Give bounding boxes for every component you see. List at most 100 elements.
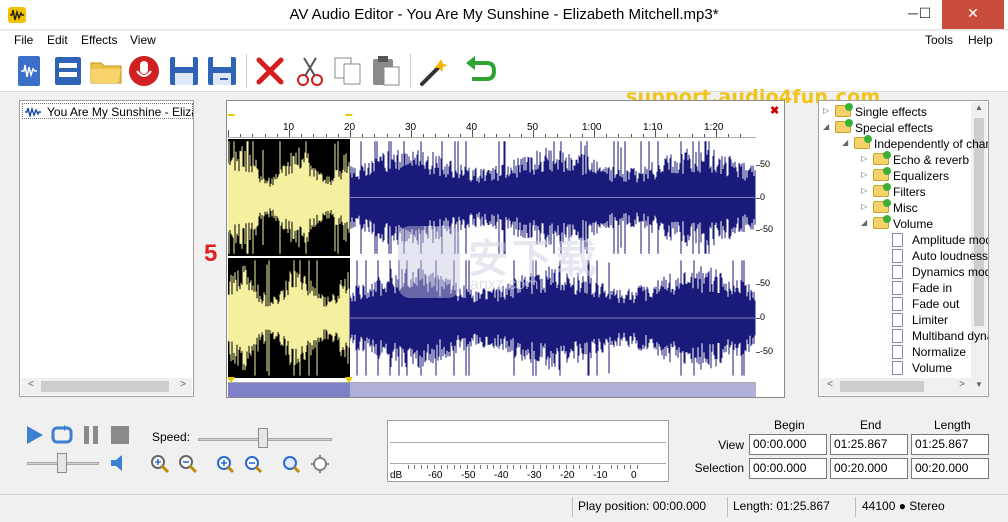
save-as-icon[interactable] [204,53,240,89]
time-ruler[interactable]: 10 20 30 40 50 1:00 1:10 1:20 [228,116,756,138]
effects-tree-label: Independently of channels [874,137,988,151]
effects-tree-item[interactable]: ▷ Misc [819,199,969,216]
effects-tree-item[interactable]: Amplitude modulation [819,232,988,248]
level-meter-left-line [390,442,666,443]
effects-tree-item[interactable]: Fade out [819,296,969,312]
ruler-tick [423,134,424,137]
effects-tree-label: Fade out [912,297,960,311]
paste-icon[interactable] [368,53,404,89]
expand-icon[interactable]: ▷ [861,187,869,195]
effects-tree-item[interactable]: Fade in [819,280,969,296]
record-icon[interactable] [126,53,162,89]
magic-wand-icon[interactable] [416,53,452,89]
collapse-icon[interactable]: ◢ [842,139,850,147]
expand-icon[interactable]: ▷ [861,171,869,179]
ruler-tick [301,134,302,137]
scroll-right-icon[interactable]: > [175,379,191,390]
scroll-right-icon[interactable]: > [954,379,970,390]
selection-begin-field[interactable]: 00:00.000 [749,458,827,479]
menu-tools[interactable]: Tools [925,33,953,47]
zoom-out-icon[interactable] [178,454,198,474]
ruler-tick [631,134,632,137]
maximize-button[interactable]: ☐ [909,0,941,29]
zoom-selection-in-icon[interactable] [215,454,235,474]
view-length-field[interactable]: 01:25.867 [911,434,989,455]
collapse-icon[interactable]: ◢ [861,219,869,227]
new-icon[interactable] [12,53,48,89]
toolbar-separator [410,54,411,88]
level-meter-tick [573,465,574,469]
effects-tree-item[interactable]: Limiter [819,312,969,328]
level-meter-tick [460,465,461,469]
effects-tree-item[interactable]: Normalize [819,344,969,360]
menu-file[interactable]: File [14,33,33,47]
effect-folder-icon [854,135,872,149]
collapse-icon[interactable]: ◢ [823,123,831,131]
overview-remaining [350,383,756,397]
scroll-thumb[interactable] [840,381,924,392]
play-icon[interactable] [23,424,45,446]
menu-bar: File Edit Effects View Tools Help [0,31,1008,50]
zoom-all-icon[interactable] [281,454,301,474]
scroll-thumb[interactable] [41,381,169,392]
pause-icon[interactable] [80,424,102,446]
ruler-tick [570,134,571,137]
effects-tree-item[interactable]: Dynamics modulation [819,264,988,280]
expand-icon[interactable]: ▷ [823,107,831,115]
effects-tree-item[interactable]: ▷ Filters [819,183,969,200]
ruler-tick [399,134,400,137]
scroll-up-icon[interactable]: ▲ [971,103,987,112]
open-folder-icon[interactable] [88,53,124,89]
effects-tree-item[interactable]: Auto loudness [819,248,988,264]
scroll-left-icon[interactable]: < [23,379,39,390]
cut-icon[interactable] [292,53,328,89]
volume-slider-thumb[interactable] [57,453,67,473]
selection-length-field[interactable]: 00:20.000 [911,458,989,479]
speed-label: Speed: [152,430,191,444]
loop-icon[interactable] [51,424,73,446]
speed-slider-thumb[interactable] [258,428,268,448]
level-meter-tick [421,465,422,469]
effect-item-icon [892,345,903,359]
overview-bar[interactable] [228,382,756,397]
speaker-icon[interactable] [108,452,130,474]
expand-icon[interactable]: ▷ [861,203,869,211]
zoom-fit-icon[interactable] [310,454,330,474]
view-end-field[interactable]: 01:25.867 [830,434,908,455]
stop-icon[interactable] [109,424,131,446]
effects-tree-hscrollbar[interactable]: < > [820,378,971,395]
close-button[interactable]: ✕ [942,0,1004,29]
zoom-in-icon[interactable] [150,454,170,474]
close-file-icon[interactable]: ✖ [770,104,779,117]
effects-tree-item[interactable]: Multiband dynamics [819,328,988,344]
effects-tree-item[interactable]: ▷ Equalizers [819,167,969,184]
status-separator [855,497,856,517]
scroll-down-icon[interactable]: ▼ [971,380,987,389]
scroll-left-icon[interactable]: < [822,379,838,390]
file-list-scrollbar[interactable]: < > [21,378,192,395]
delete-icon[interactable] [252,53,288,89]
menu-edit[interactable]: Edit [47,33,68,47]
effects-tree-item[interactable]: ◢ Volume [819,215,969,232]
selection-end-field[interactable]: 00:20.000 [830,458,908,479]
menu-view[interactable]: View [130,33,156,47]
view-begin-field[interactable]: 00:00.000 [749,434,827,455]
overview-selection[interactable] [228,383,350,397]
effects-tree-label: Echo & reverb [893,153,970,167]
save-icon[interactable] [166,53,202,89]
expand-icon[interactable]: ▷ [861,155,869,163]
effects-tree-item[interactable]: ◢ Independently of channels [819,135,988,152]
menu-effects[interactable]: Effects [81,33,117,47]
effects-tree-item[interactable]: Volume [819,360,969,376]
open-template-icon[interactable] [50,53,86,89]
effects-tree-item[interactable]: ▷ Single effects [819,103,969,120]
effects-tree-item[interactable]: ▷ Echo & reverb [819,151,970,168]
menu-help[interactable]: Help [968,33,993,47]
file-list-item[interactable]: You Are My Sunshine - Elizabeth Mitchell… [22,103,193,119]
zoom-selection-out-icon[interactable] [243,454,263,474]
undo-icon[interactable] [462,53,498,89]
effects-tree-label: Volume [893,217,934,231]
level-meter-tick [513,465,514,469]
effects-tree-item[interactable]: ◢ Special effects [819,119,969,136]
copy-icon[interactable] [330,53,366,89]
